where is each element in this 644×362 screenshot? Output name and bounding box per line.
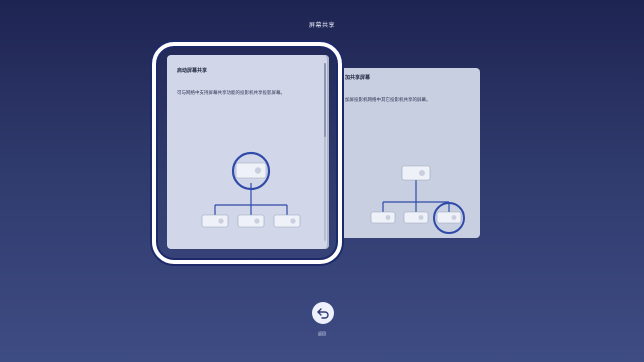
back-label: 返回: [318, 331, 326, 336]
back-button[interactable]: [312, 302, 334, 324]
card-title: 加共享屏幕: [345, 75, 371, 81]
join-screen-share-card[interactable]: 加共享屏幕 加屏投影机网络中其它投影机共享的屏幕。: [337, 68, 480, 238]
page-title: 屏幕共享: [308, 22, 335, 29]
card-description: 加屏投影机网络中其它投影机共享的屏幕。: [345, 98, 431, 103]
projector-icon: [403, 211, 429, 224]
projector-icon: [370, 211, 396, 224]
selection-outline: [152, 42, 342, 264]
projector-icon: [436, 211, 462, 224]
projector-icon: [401, 165, 431, 181]
back-arrow-icon: [317, 308, 329, 319]
network-diagram: [370, 165, 465, 234]
